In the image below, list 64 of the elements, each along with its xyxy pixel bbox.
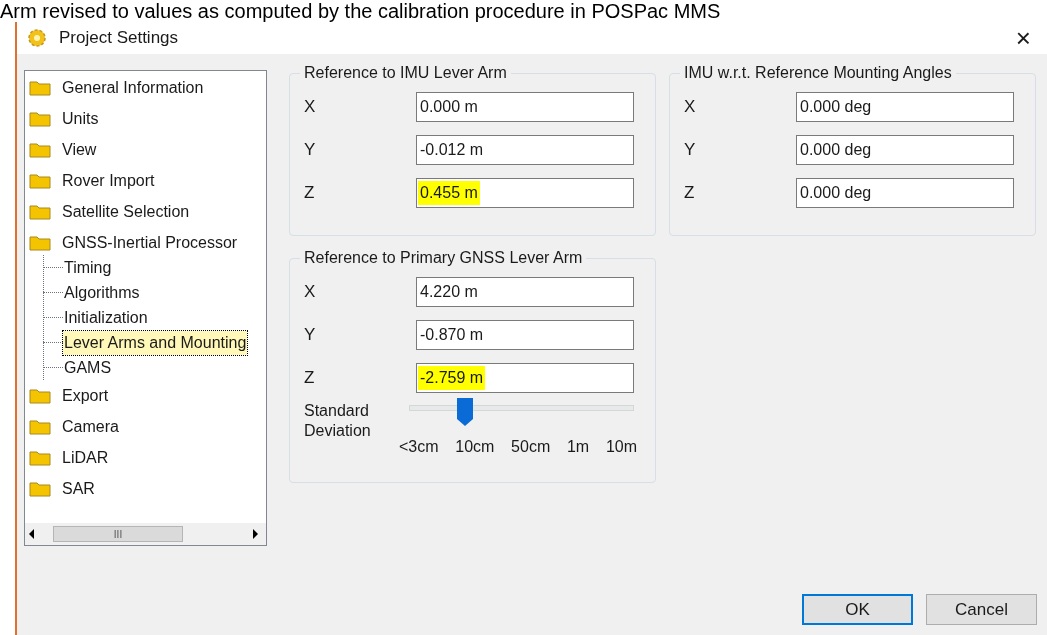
close-button[interactable]: × [1011,25,1035,51]
field-label: Y [684,138,697,161]
tree-item[interactable]: Camera [61,414,120,439]
tree-item[interactable]: Lever Arms and Mounting [63,330,248,355]
tree-item[interactable]: GAMS [63,355,113,380]
folder-icon [29,418,51,435]
scroll-right-icon[interactable] [253,529,258,539]
input-field[interactable]: 0.000 m [416,91,634,122]
field-label: Y [304,138,317,161]
input-field[interactable]: -2.759 m [416,362,634,393]
slider-label: Standard Deviation [304,401,372,441]
scroll-left-icon[interactable] [29,529,34,539]
folder-icon [29,110,51,127]
dialog-button[interactable]: OK [802,594,913,625]
folder-icon [29,387,51,404]
tree-item[interactable]: Rover Import [61,168,156,193]
tree-item[interactable]: Timing [63,255,113,280]
group-title: IMU w.r.t. Reference Mounting Angles [683,63,953,83]
field-label: X [684,95,697,118]
caption-text: Arm revised to values as computed by the calibration procedure in POSPac MMS [0,0,722,22]
horizontal-scrollbar[interactable]: III [25,523,266,545]
input-field[interactable]: -0.012 m [416,134,634,165]
field-label: Y [304,323,317,346]
field-label: Z [304,366,316,389]
folder-icon [29,141,51,158]
tree-item[interactable]: LiDAR [61,445,110,470]
folder-icon [29,79,51,96]
input-field[interactable]: -0.870 m [416,319,634,350]
tree-item[interactable]: View [61,137,98,162]
input-field[interactable]: 0.000 deg [796,134,1014,165]
folder-icon [29,234,51,251]
tree-item[interactable]: Units [61,106,100,131]
input-field[interactable]: 4.220 m [416,276,634,307]
field-label: X [304,280,317,303]
folder-icon [29,480,51,497]
gear-icon [27,28,47,48]
group-title: Reference to Primary GNSS Lever Arm [303,248,584,268]
slider-thumb[interactable] [456,397,475,427]
folder-icon [29,172,51,189]
field-label: Z [304,181,316,204]
input-field[interactable]: 0.000 deg [796,177,1014,208]
tick-label: 50cm [511,437,551,457]
window-title: Project Settings [59,27,179,50]
tree-item[interactable]: Export [61,383,110,408]
tick-label: <3cm [399,437,439,457]
input-field[interactable]: 0.000 deg [796,91,1014,122]
tick-label: 10m [605,437,637,457]
tree-item[interactable]: Satellite Selection [61,199,191,224]
dialog-button[interactable]: Cancel [926,594,1037,625]
tree-item[interactable]: GNSS-Inertial Processor [61,230,239,255]
tree-item[interactable]: SAR [61,476,96,501]
folder-icon [29,203,51,220]
slider[interactable] [409,397,634,429]
input-field[interactable]: 0.455 m [416,177,634,208]
tree-item[interactable]: General Information [61,75,205,100]
tick-label: 1m [566,437,590,457]
tree-item[interactable]: Algorithms [63,280,141,305]
tick-label: 10cm [455,437,495,457]
tree-item[interactable]: Initialization [63,305,149,330]
scroll-thumb[interactable]: III [53,526,183,542]
field-label: Z [684,181,696,204]
folder-icon [29,449,51,466]
group-title: Reference to IMU Lever Arm [303,63,508,83]
field-label: X [304,95,317,118]
